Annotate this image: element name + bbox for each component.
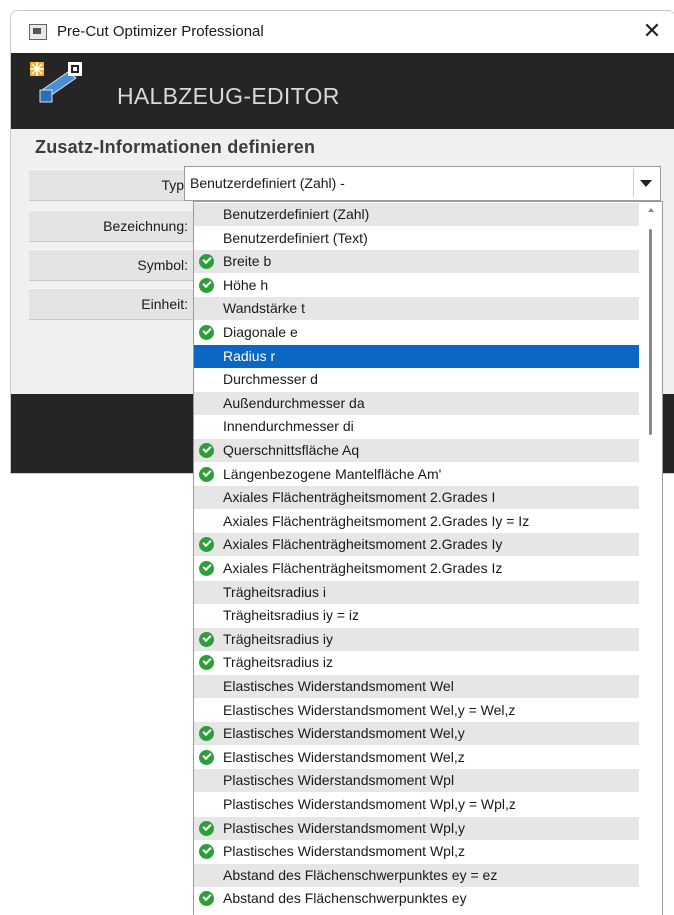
list-item[interactable]: Benutzerdefiniert (Text) bbox=[194, 227, 639, 250]
list-item[interactable]: Trägheitsradius iy = iz bbox=[194, 604, 639, 627]
list-item[interactable]: Elastisches Widerstandsmoment Wel,z bbox=[194, 746, 639, 769]
list-item-label: Plastisches Widerstandsmoment Wpl,y = Wp… bbox=[223, 796, 516, 812]
header-banner: HALBZEUG-EDITOR bbox=[11, 53, 674, 129]
check-circle-icon bbox=[199, 561, 214, 576]
list-item[interactable]: Trägheitsradius iz bbox=[194, 651, 639, 674]
list-item-label: Wandstärke t bbox=[223, 300, 305, 317]
list-item-label: Axiales Flächenträgheitsmoment 2.Grades … bbox=[223, 536, 503, 553]
symbol-label: Symbol: bbox=[29, 249, 194, 281]
list-item[interactable]: Radius r bbox=[194, 344, 639, 368]
scrollbar[interactable] bbox=[642, 202, 662, 915]
list-item[interactable]: Plastisches Widerstandsmoment Wpl bbox=[194, 769, 639, 793]
editor-title: HALBZEUG-EDITOR bbox=[117, 83, 340, 109]
list-item-label: Abstand des Flächenschwerpunktes ey bbox=[223, 890, 467, 907]
list-item[interactable]: Elastisches Widerstandsmoment Wel bbox=[194, 675, 639, 698]
check-circle-icon bbox=[199, 277, 214, 293]
list-item[interactable]: Elastisches Widerstandsmoment Wel,y bbox=[194, 722, 639, 746]
section-title: Zusatz-Informationen definieren bbox=[35, 137, 316, 157]
list-item-label: Diagonale e bbox=[223, 324, 298, 340]
check-circle-icon bbox=[199, 726, 214, 742]
typ-combobox-value: Benutzerdefiniert (Zahl) - bbox=[190, 175, 345, 191]
list-item-label: Trägheitsradius i bbox=[223, 583, 326, 600]
list-item-label: Querschnittsfläche Aq bbox=[223, 442, 360, 458]
list-item[interactable]: Axiales Flächenträgheitsmoment 2.Grades … bbox=[194, 533, 639, 557]
typ-label: Typ: bbox=[29, 169, 194, 201]
list-item[interactable]: Trägheitsradius iy bbox=[194, 627, 639, 651]
scrollbar-thumb[interactable] bbox=[649, 229, 652, 435]
list-item[interactable]: Plastisches Widerstandsmoment Wpl,y bbox=[194, 816, 639, 840]
list-item-label: Axiales Flächenträgheitsmoment 2.Grades … bbox=[223, 489, 496, 506]
check-circle-icon bbox=[199, 443, 214, 458]
scroll-up-icon[interactable] bbox=[648, 208, 654, 212]
list-item[interactable]: Höhe h bbox=[194, 274, 639, 297]
check-circle-icon bbox=[199, 655, 214, 671]
check-circle-icon bbox=[199, 891, 214, 907]
title-bar[interactable]: Pre-Cut Optimizer Professional ✕ bbox=[11, 11, 674, 53]
typ-dropdown-list[interactable]: Benutzerdefiniert (Zahl) Benutzerdefinier… bbox=[193, 201, 663, 915]
list-item-label: Benutzerdefiniert (Text) bbox=[223, 229, 368, 246]
list-item-label: Axiales Flächenträgheitsmoment 2.Grades … bbox=[223, 560, 503, 576]
check-circle-icon bbox=[199, 254, 214, 270]
list-item[interactable]: Innendurchmesser di bbox=[194, 415, 639, 438]
list-item[interactable]: Elastisches Widerstandsmoment Wel,y = We… bbox=[194, 699, 639, 722]
list-item-label: Breite b bbox=[223, 253, 272, 270]
list-item-label: Innendurchmesser di bbox=[223, 418, 354, 435]
close-button[interactable]: ✕ bbox=[629, 11, 674, 53]
list-item-label: Plastisches Widerstandsmoment Wpl bbox=[223, 772, 455, 789]
list-item[interactable]: Axiales Flächenträgheitsmoment 2.Grades … bbox=[194, 510, 639, 533]
window-title: Pre-Cut Optimizer Professional bbox=[57, 23, 264, 40]
list-item-label: Höhe h bbox=[223, 276, 269, 293]
list-item[interactable]: Außendurchmesser da bbox=[194, 391, 639, 415]
list-item-label: Elastisches Widerstandsmoment Wel,z bbox=[223, 748, 465, 765]
list-item-label: Elastisches Widerstandsmoment Wel,y bbox=[223, 725, 465, 742]
check-circle-icon bbox=[199, 749, 214, 765]
list-item-label: Plastisches Widerstandsmoment Wpl,y bbox=[223, 819, 465, 836]
list-item-label: Abstand des Flächenschwerpunktes ey = ez bbox=[223, 866, 498, 883]
check-circle-icon bbox=[199, 325, 214, 340]
check-circle-icon bbox=[199, 631, 214, 647]
bezeichnung-label: Bezeichnung: bbox=[29, 210, 194, 242]
list-item[interactable]: Wandstärke t bbox=[194, 297, 639, 321]
list-item[interactable]: Abstand des Flächenschwerpunktes ey = ez bbox=[194, 863, 639, 887]
list-item[interactable]: Breite b bbox=[194, 250, 639, 274]
list-item-label: Elastisches Widerstandsmoment Wel,y = We… bbox=[223, 701, 516, 718]
check-circle-icon bbox=[199, 820, 214, 836]
list-item-label: Benutzerdefiniert (Zahl) bbox=[223, 206, 370, 222]
list-item[interactable]: Querschnittsfläche Aq bbox=[194, 439, 639, 462]
list-item-label: Außendurchmesser da bbox=[223, 394, 365, 411]
list-item-label: Längenbezogene Mantelfläche Am' bbox=[223, 465, 442, 482]
check-circle-icon bbox=[199, 844, 214, 860]
list-item[interactable]: Längenbezogene Mantelfläche Am' bbox=[194, 463, 639, 486]
list-item[interactable]: Benutzerdefiniert (Zahl) bbox=[194, 203, 639, 226]
profile-logo-icon bbox=[30, 62, 82, 103]
list-item[interactable]: Axiales Flächenträgheitsmoment 2.Grades … bbox=[194, 486, 639, 510]
typ-combobox[interactable]: Benutzerdefiniert (Zahl) - bbox=[184, 166, 661, 201]
list-item-label: Axiales Flächenträgheitsmoment 2.Grades … bbox=[223, 512, 530, 529]
list-item-label: Trägheitsradius iy = iz bbox=[223, 607, 360, 624]
list-item[interactable]: Axiales Flächenträgheitsmoment 2.Grades … bbox=[194, 557, 639, 580]
list-item-label: Trägheitsradius iz bbox=[223, 654, 333, 671]
check-circle-icon bbox=[199, 537, 214, 553]
list-item-label: Plastisches Widerstandsmoment Wpl,z bbox=[223, 843, 465, 860]
list-item[interactable]: Plastisches Widerstandsmoment Wpl,z bbox=[194, 840, 639, 863]
list-item-label: Durchmesser d bbox=[223, 371, 318, 388]
list-item-label: Radius r bbox=[223, 347, 276, 364]
list-item-label: Trägheitsradius iy bbox=[223, 630, 333, 647]
check-circle-icon bbox=[199, 466, 214, 482]
list-item[interactable]: Plastisches Widerstandsmoment Wpl,y = Wp… bbox=[194, 793, 639, 816]
list-item-label: Elastisches Widerstandsmoment Wel bbox=[223, 678, 454, 694]
list-item[interactable]: Diagonale e bbox=[194, 321, 639, 344]
list-item[interactable]: Abstand des Flächenschwerpunktes ey bbox=[194, 887, 639, 910]
chevron-down-icon[interactable] bbox=[633, 169, 658, 197]
list-item[interactable]: Durchmesser d bbox=[194, 368, 639, 391]
list-item[interactable]: Trägheitsradius i bbox=[194, 580, 639, 604]
app-icon bbox=[29, 24, 47, 40]
einheit-label: Einheit: bbox=[29, 288, 194, 320]
